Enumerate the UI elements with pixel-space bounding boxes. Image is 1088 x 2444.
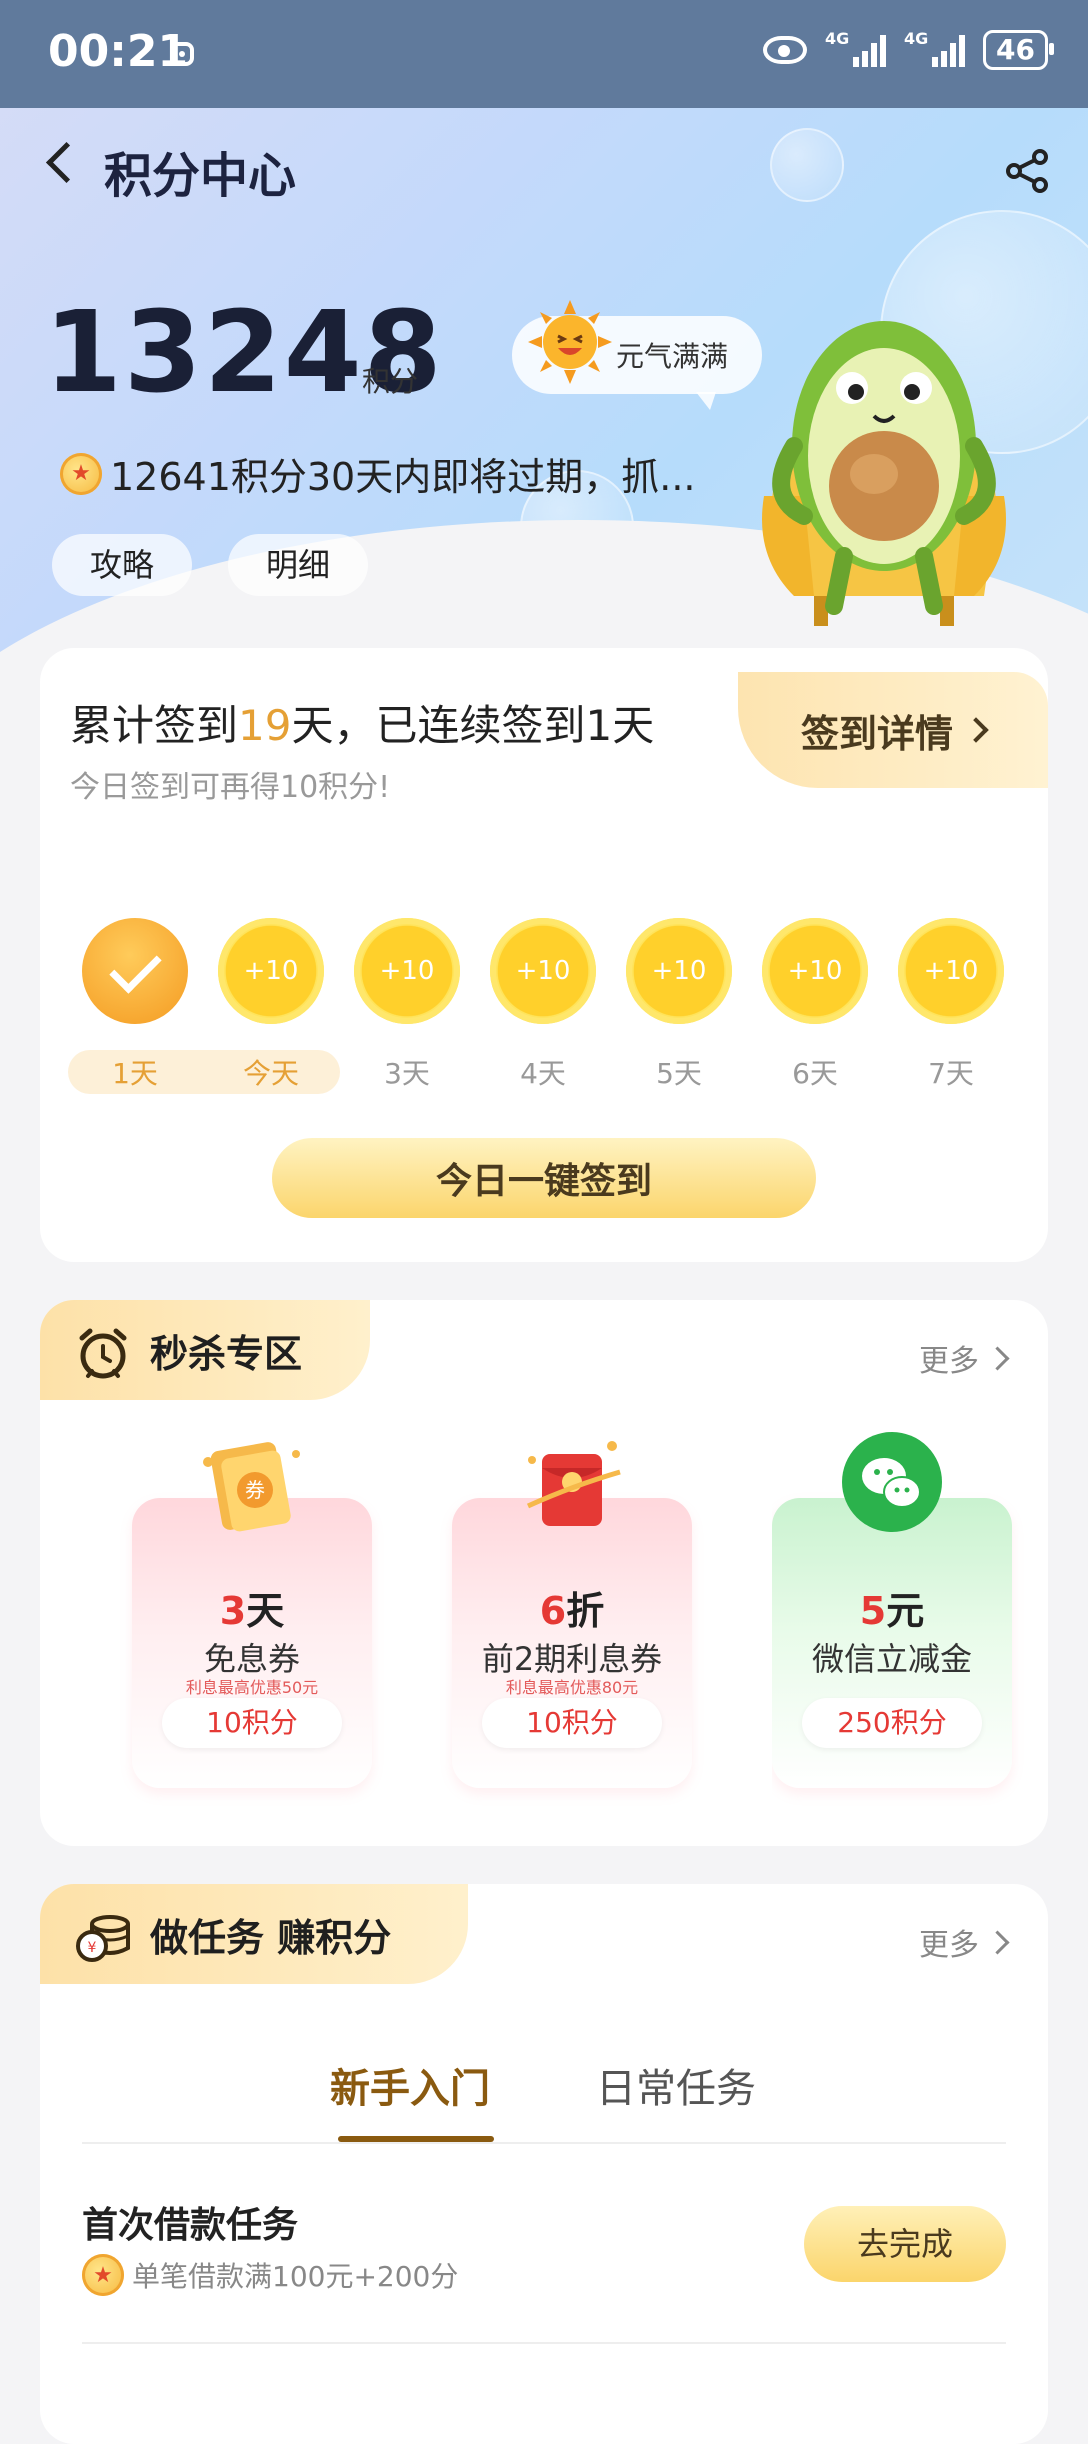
deal-card-3[interactable]: 5元 微信立减金 250积分 [772, 1432, 1012, 1788]
signin-card: 累计签到19天，已连续签到1天 今日签到可再得10积分! 签到详情 +10 +1… [40, 648, 1048, 1262]
day-6-coin: +10 [762, 918, 868, 1024]
battery-icon: 46 [983, 30, 1054, 70]
flash-sale-more-link[interactable]: 更多 [919, 1336, 1010, 1380]
svg-text:券: 券 [245, 1478, 265, 1502]
deal-1-value: 3天 [219, 1589, 285, 1633]
flash-sale-card: 秒杀专区 更多 券 3天 免息券 利息最高优惠50元 10积分 6折 前2期利息… [40, 1300, 1048, 1846]
day-5-label: 5天 [656, 1057, 702, 1090]
svg-text:¥: ¥ [88, 1940, 97, 1956]
signin-detail-label: 签到详情 [800, 711, 953, 756]
notification-icon [170, 42, 194, 66]
share-icon[interactable] [1004, 148, 1050, 194]
day-3-label: 3天 [384, 1057, 430, 1090]
status-time: 00:21 [48, 26, 189, 77]
total-days: 19 [238, 701, 292, 750]
network-type-label: 4G [825, 29, 850, 48]
task-description: ★ 单笔借款满100元+200分 [82, 2254, 458, 2296]
signin-button[interactable]: 今日一键签到 [272, 1138, 816, 1218]
points-unit: 积分 [362, 365, 419, 398]
day-4-coin: +10 [490, 918, 596, 1024]
tasks-card: 做任务 赚积分 ¥ 更多 新手入门 日常任务 首次借款任务 ★ 单笔借款满100… [40, 1884, 1048, 2444]
chevron-right-icon [963, 717, 989, 743]
deal-1-note: 利息最高优惠50元 [185, 1678, 319, 1697]
deal-2-note: 利息最高优惠80元 [505, 1678, 639, 1697]
task-complete-button[interactable]: 去完成 [804, 2206, 1006, 2282]
day-7-coin: +10 [898, 918, 1004, 1024]
page-title: 积分中心 [104, 148, 297, 204]
day-6-label: 6天 [792, 1057, 838, 1090]
signin-detail-link[interactable]: 签到详情 [738, 672, 1048, 788]
signin-subtitle: 今日签到可再得10积分! [70, 770, 391, 805]
deal-scroll-clip: 5元 微信立减金 250积分 [772, 1420, 1036, 1820]
tab-daily[interactable]: 日常任务 [596, 2056, 756, 2114]
chevron-right-icon [985, 1345, 1010, 1371]
coupon-ticket-icon: 券 [203, 1442, 300, 1532]
sun-face-icon [528, 300, 612, 384]
wechat-icon [842, 1432, 942, 1532]
deal-3-name: 微信立减金 [811, 1640, 972, 1678]
expire-notice-text: 12641积分30天内即将过期，抓... [110, 455, 696, 499]
task-divider [82, 2342, 1006, 2344]
deal-card-2[interactable]: 6折 前2期利息券 利息最高优惠80元 10积分 [452, 1441, 692, 1788]
alarm-clock-icon [79, 1328, 127, 1379]
day-2-label: 今天 [242, 1057, 299, 1090]
expire-notice[interactable]: ★ 12641积分30天内即将过期，抓... [60, 446, 695, 501]
more-label: 更多 [919, 1928, 979, 1963]
day-4-label: 4天 [520, 1057, 566, 1090]
star-coin-icon: ★ [60, 452, 102, 495]
deal-2-price-button[interactable]: 10积分 [482, 1698, 662, 1748]
day-5-coin: +10 [626, 918, 732, 1024]
deal-1-price-button[interactable]: 10积分 [162, 1698, 342, 1748]
day-3-coin: +10 [354, 918, 460, 1024]
more-label: 更多 [919, 1344, 979, 1379]
avocado-mascot-icon [762, 321, 1006, 626]
active-tab-indicator [338, 2136, 494, 2142]
task-desc-text: 单笔借款满100元+200分 [132, 2260, 459, 2293]
red-envelope-icon [526, 1441, 621, 1526]
task-title: 首次借款任务 [82, 2205, 299, 2246]
day-7-label: 7天 [928, 1057, 974, 1090]
deal-card-1[interactable]: 券 3天 免息券 利息最高优惠50元 10积分 [132, 1442, 372, 1788]
signin-title: 累计签到19天，已连续签到1天 [70, 701, 655, 750]
chevron-right-icon [985, 1929, 1010, 1955]
signal-icon-2: 4G [904, 29, 966, 67]
network-type-label-2: 4G [904, 29, 929, 48]
eye-icon [763, 36, 808, 64]
day-1-label: 1天 [112, 1057, 158, 1090]
tasks-more-link[interactable]: 更多 [919, 1920, 1010, 1964]
mood-text: 元气满满 [616, 340, 729, 373]
coin-stack-icon: ¥ [76, 1915, 130, 1962]
detail-button[interactable]: 明细 [228, 534, 369, 596]
check-icon [108, 940, 162, 994]
deal-3-price-button[interactable]: 250积分 [802, 1698, 982, 1748]
status-bar: 00:21 4G 4G 46 [0, 0, 1088, 108]
tab-beginner[interactable]: 新手入门 [330, 2056, 490, 2114]
day-2-coin[interactable]: +10 [218, 918, 324, 1024]
star-coin-icon: ★ [82, 2254, 124, 2296]
tab-divider [82, 2142, 1006, 2144]
guide-button[interactable]: 攻略 [52, 534, 193, 596]
deal-3-value: 5元 [859, 1589, 925, 1633]
signal-icon: 4G [825, 29, 887, 67]
deal-2-value: 6折 [539, 1589, 605, 1633]
day-1-coin [82, 918, 188, 1024]
